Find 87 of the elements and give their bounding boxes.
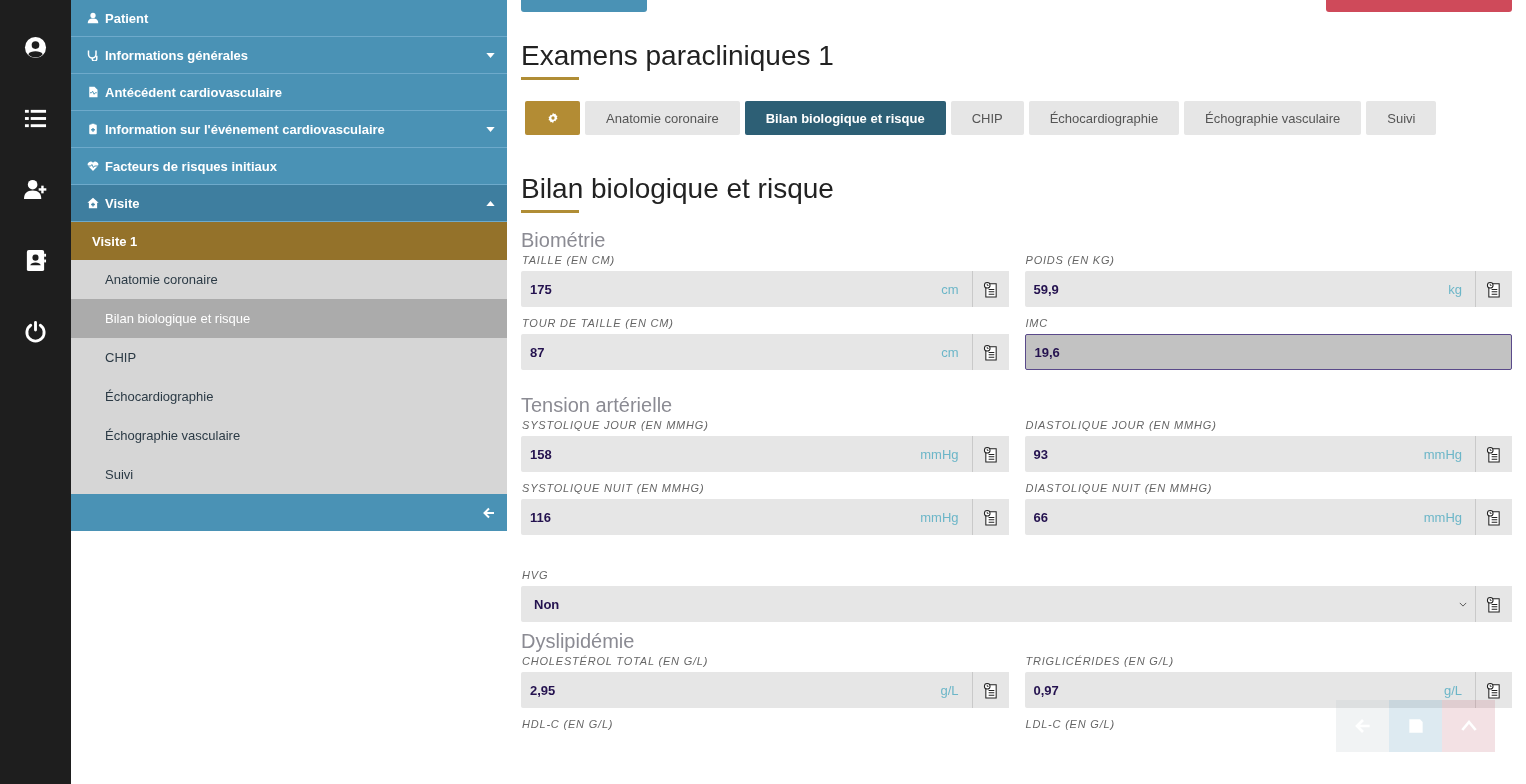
unit-label: g/L (1443, 682, 1462, 698)
section-title: Bilan biologique et risque (521, 173, 834, 205)
unit-label: g/L (940, 682, 959, 698)
sidebar-subitem[interactable]: CHIP (71, 338, 507, 377)
field-label: DIASTOLIQUE JOUR (EN MMHG) (1025, 419, 1217, 432)
history-button[interactable] (971, 271, 1009, 307)
sidebar-subitem[interactable]: Visite 1 (71, 222, 507, 260)
unit-label: kg (1448, 281, 1462, 297)
clipboard-icon (1486, 280, 1502, 298)
unit-label: cm (941, 281, 959, 297)
power-icon (24, 320, 47, 343)
chevron-up-icon (1460, 718, 1477, 734)
input-field[interactable]: 87 cm (521, 334, 972, 370)
field-label: SYSTOLIQUE NUIT (EN MMHG) (522, 482, 705, 495)
input-field[interactable]: 2,95 g/L (521, 672, 972, 708)
field-label: TOUR DE TAILLE (EN CM) (522, 317, 674, 330)
page-title: Examens paracliniques 1 (521, 40, 834, 72)
input-field[interactable]: 66 mmHg (1024, 499, 1475, 535)
history-button[interactable] (1475, 672, 1512, 708)
history-button[interactable] (971, 499, 1009, 535)
input-field[interactable]: 59,9 kg (1024, 271, 1475, 307)
field-label: IMC (1025, 317, 1049, 330)
sidebar-subitem[interactable]: Anatomie coronaire (71, 260, 507, 299)
group-title: Biométrie (521, 229, 606, 252)
tab[interactable]: Suivi (1366, 101, 1437, 135)
input-field[interactable]: 93 mmHg (1024, 436, 1475, 472)
clipboard-plus-icon (87, 123, 99, 135)
user-circle-icon (24, 36, 47, 59)
clipboard-icon (982, 343, 999, 361)
user-plus-icon (24, 178, 47, 201)
unit-label: mmHg (920, 509, 959, 525)
field-label: POIDS (EN KG) (1025, 254, 1115, 267)
clipboard-icon (982, 508, 999, 526)
field-label: LDL-C (EN G/L) (1025, 718, 1115, 731)
clipboard-icon (982, 681, 999, 699)
unit-label: mmHg (1423, 509, 1462, 525)
input-field[interactable]: 158 mmHg (521, 436, 972, 472)
field-label: HDL-C (EN G/L) (522, 718, 614, 731)
sidebar-item[interactable]: Visite (71, 185, 507, 222)
sidebar-subitem[interactable]: Suivi (71, 455, 507, 494)
chevron-down-icon (1459, 601, 1467, 607)
history-button[interactable] (1475, 436, 1512, 472)
history-button[interactable] (1475, 499, 1512, 535)
field-label: SYSTOLIQUE JOUR (EN MMHG) (522, 419, 709, 432)
house-icon (87, 197, 99, 209)
clipboard-icon (1486, 681, 1502, 699)
unit-label: mmHg (920, 446, 959, 462)
clipboard-icon (982, 280, 999, 298)
user-icon (87, 12, 99, 24)
input-field[interactable]: 116 mmHg (521, 499, 972, 535)
list-icon (24, 107, 47, 130)
select-field[interactable]: Non (521, 586, 1475, 622)
tab[interactable]: Échographie vasculaire (1184, 101, 1362, 135)
tab[interactable]: Échocardiographie (1028, 101, 1180, 135)
group-title: Tension artérielle (521, 394, 673, 417)
field-label: HVG (522, 569, 549, 582)
unit-label: mmHg (1423, 446, 1462, 462)
readonly-field: 19,6 (1024, 334, 1512, 370)
history-button[interactable] (971, 334, 1009, 370)
field-label: DIASTOLIQUE NUIT (EN MMHG) (1025, 482, 1213, 495)
history-button[interactable] (971, 672, 1009, 708)
clipboard-icon (1486, 595, 1502, 613)
input-field[interactable]: 0,97 g/L (1024, 672, 1475, 708)
tab[interactable]: Anatomie coronaire (585, 101, 740, 135)
tab[interactable]: CHIP (950, 101, 1024, 135)
field-label: TAILLE (EN CM) (522, 254, 615, 267)
input-field[interactable]: 175 cm (521, 271, 972, 307)
clipboard-icon (982, 445, 999, 463)
contact-book-icon (24, 249, 47, 272)
clipboard-icon (1486, 508, 1502, 526)
file-icon (87, 86, 99, 98)
arrow-left-icon (483, 506, 495, 519)
clipboard-icon (1486, 445, 1502, 463)
sidebar-subitem[interactable]: Échocardiographie (71, 377, 507, 416)
heartbeat-icon (87, 160, 99, 172)
group-title: Dyslipidémie (521, 630, 635, 653)
history-button[interactable] (971, 436, 1009, 472)
sidebar-subitem[interactable]: Échographie vasculaire (71, 416, 507, 455)
history-button[interactable] (1475, 271, 1512, 307)
tab[interactable]: Bilan biologique et risque (744, 101, 946, 135)
collapse-button[interactable] (483, 506, 495, 519)
field-label: TRIGLICÉRIDES (EN G/L) (1025, 655, 1174, 668)
stethoscope-icon (87, 49, 99, 61)
field-label: CHOLESTÉROL TOTAL (EN G/L) (522, 655, 709, 668)
settings-icon (546, 112, 559, 124)
unit-label: cm (941, 344, 959, 360)
history-button[interactable] (1475, 586, 1512, 622)
